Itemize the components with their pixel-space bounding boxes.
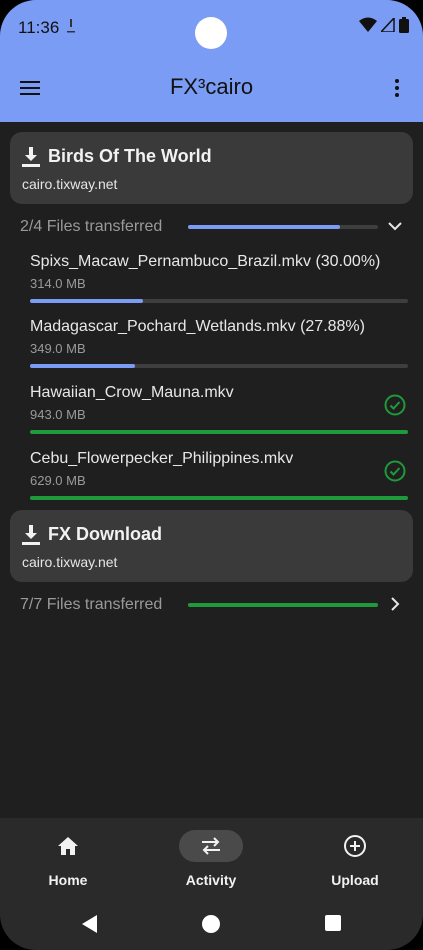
file-item[interactable]: Madagascar_Pochard_Wetlands.mkv (27.88%)… — [30, 318, 408, 382]
status-time: 11:36 — [18, 18, 60, 37]
nav-home-pill — [36, 830, 100, 862]
activity-list: Birds Of The World cairo.tixway.net 2/4 … — [0, 122, 423, 818]
nav-activity-label: Activity — [185, 872, 237, 888]
download-host: cairo.tixway.net — [22, 176, 118, 192]
file-progress — [30, 364, 408, 368]
download-icon — [22, 146, 40, 167]
file-progress-fill — [30, 430, 408, 434]
file-size: 629.0 MB — [30, 473, 86, 488]
file-progress-fill — [30, 496, 408, 500]
nav-upload-label: Upload — [331, 872, 379, 888]
camera-cutout — [195, 17, 227, 49]
chevron-right-icon[interactable] — [386, 595, 404, 613]
file-size: 314.0 MB — [30, 276, 86, 291]
file-item[interactable]: Cebu_Flowerpecker_Philippines.mkv 629.0 … — [30, 450, 408, 514]
nav-upload[interactable]: Upload — [305, 830, 405, 888]
system-status-icons — [359, 17, 409, 33]
battery-icon — [399, 17, 409, 33]
file-progress — [30, 299, 408, 303]
transfer-summary[interactable]: 7/7 Files transferred — [20, 593, 410, 617]
transfer-summary-progress-fill — [188, 603, 378, 607]
chevron-down-icon[interactable] — [386, 217, 404, 235]
nav-home[interactable]: Home — [18, 830, 118, 888]
transfer-summary-progress — [188, 603, 378, 607]
download-card-title-row: Birds Of The World — [22, 146, 212, 167]
download-icon — [22, 524, 40, 545]
nav-home-label: Home — [48, 872, 88, 888]
file-progress-fill — [30, 299, 144, 303]
download-card[interactable]: Birds Of The World cairo.tixway.net — [10, 132, 413, 204]
download-notification-icon — [66, 19, 76, 38]
file-progress — [30, 430, 408, 434]
transfer-summary[interactable]: 2/4 Files transferred — [20, 215, 410, 239]
download-title: Birds Of The World — [48, 146, 212, 166]
top-bar: 11:36 FX³cairo — [0, 0, 423, 122]
home-icon — [58, 837, 78, 855]
add-circle-icon — [344, 835, 366, 857]
transfer-summary-progress-fill — [188, 225, 340, 229]
signal-icon — [381, 18, 395, 32]
status-bar: 11:36 — [0, 0, 423, 56]
transfer-summary-text: 7/7 Files transferred — [20, 596, 163, 613]
phone-screen: 11:36 FX³cairo Birds Of The World cairo.… — [0, 0, 423, 950]
file-item[interactable]: Hawaiian_Crow_Mauna.mkv 943.0 MB — [30, 384, 408, 448]
home-circle-icon[interactable] — [201, 914, 221, 934]
back-icon[interactable] — [80, 914, 98, 934]
check-circle-icon — [384, 394, 406, 416]
nav-activity-pill — [179, 830, 243, 862]
file-progress — [30, 496, 408, 500]
system-navigation-bar — [0, 900, 423, 950]
transfer-summary-text: 2/4 Files transferred — [20, 218, 163, 235]
nav-activity[interactable]: Activity — [161, 830, 261, 888]
file-name: Madagascar_Pochard_Wetlands.mkv (27.88%) — [30, 318, 365, 335]
download-card[interactable]: FX Download cairo.tixway.net — [10, 510, 413, 582]
swap-icon — [202, 837, 220, 855]
check-circle-icon — [384, 460, 406, 482]
download-title: FX Download — [48, 524, 162, 544]
file-size: 349.0 MB — [30, 341, 86, 356]
file-size: 943.0 MB — [30, 407, 86, 422]
file-name: Hawaiian_Crow_Mauna.mkv — [30, 384, 234, 401]
wifi-icon — [359, 17, 377, 32]
file-name: Cebu_Flowerpecker_Philippines.mkv — [30, 450, 294, 467]
download-card-title-row: FX Download — [22, 524, 162, 545]
recents-icon[interactable] — [324, 914, 342, 932]
app-bar: FX³cairo — [0, 56, 423, 122]
download-host: cairo.tixway.net — [22, 554, 118, 570]
file-progress-fill — [30, 364, 136, 368]
transfer-summary-progress — [188, 225, 378, 229]
more-options-icon[interactable] — [389, 76, 405, 100]
bottom-navigation: Home Activity Upload — [0, 818, 423, 900]
app-title: FX³cairo — [169, 74, 254, 99]
nav-upload-pill — [323, 830, 387, 862]
file-name: Spixs_Macaw_Pernambuco_Brazil.mkv (30.00… — [30, 253, 381, 270]
file-item[interactable]: Spixs_Macaw_Pernambuco_Brazil.mkv (30.00… — [30, 253, 408, 317]
